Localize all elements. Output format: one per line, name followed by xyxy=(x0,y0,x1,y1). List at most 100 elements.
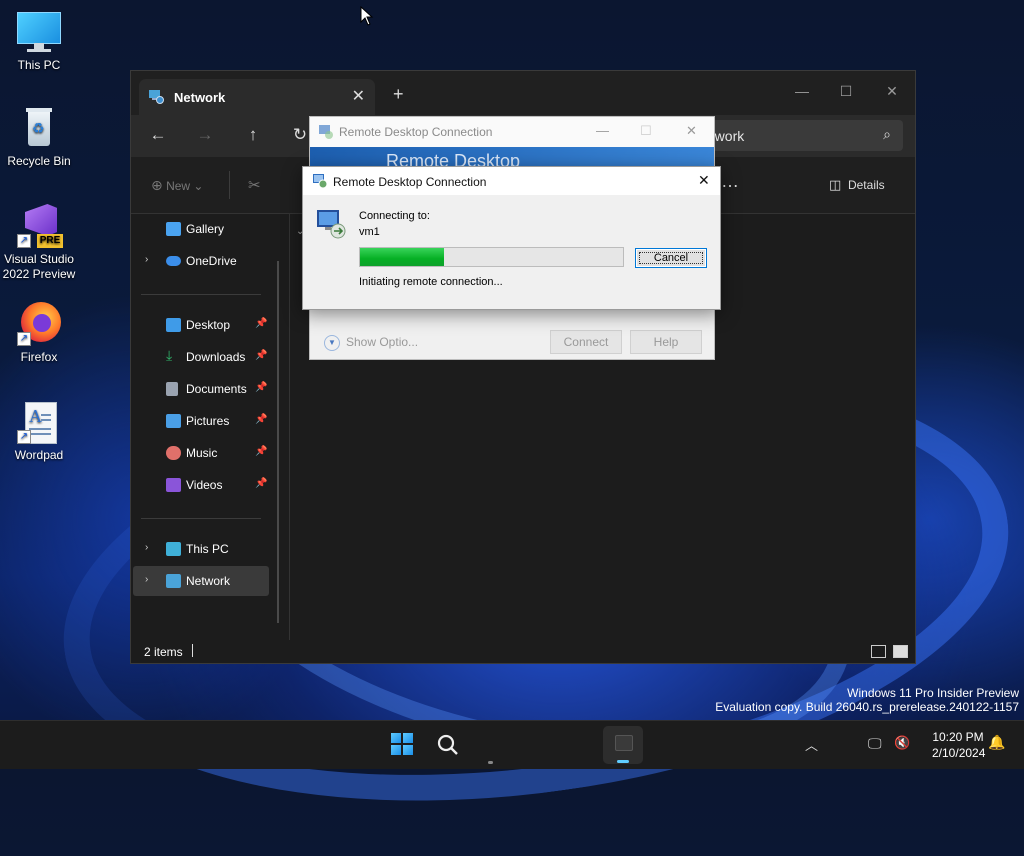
desktop-icon-label: This PC xyxy=(17,58,61,72)
rdp-banner-text: Remote Desktop xyxy=(386,151,521,167)
new-tab-button[interactable]: + xyxy=(393,84,404,105)
new-button[interactable]: ⊕ New ⌄ xyxy=(151,177,203,194)
up-arrow-icon[interactable]: ↑ xyxy=(242,124,264,146)
remote-desktop-taskbar-icon xyxy=(615,735,633,751)
monitor-icon xyxy=(17,10,61,54)
connection-progress-bar xyxy=(359,247,624,267)
back-arrow-icon[interactable]: ← xyxy=(147,124,169,146)
computer-icon xyxy=(166,542,181,556)
close-icon[interactable]: ✕ xyxy=(698,172,710,189)
pre-badge: PRE xyxy=(37,234,63,248)
cloud-icon xyxy=(166,256,181,266)
chevron-right-icon[interactable]: › xyxy=(145,542,148,553)
download-icon: ⤓ xyxy=(166,347,173,363)
sidebar-item-documents[interactable]: Documents 📌 xyxy=(133,374,269,404)
large-icons-view-icon[interactable] xyxy=(893,645,908,658)
pin-icon[interactable]: 📌 xyxy=(255,382,267,393)
pin-icon[interactable]: 📌 xyxy=(255,478,267,489)
sidebar-item-music[interactable]: Music 📌 xyxy=(133,438,269,468)
taskbar-running-indicator xyxy=(488,761,493,764)
pane-divider xyxy=(289,214,290,640)
taskbar-remote-desktop-app[interactable] xyxy=(603,726,643,764)
maximize-icon[interactable]: ☐ xyxy=(831,77,861,105)
sidebar-item-downloads[interactable]: ⤓ Downloads 📌 xyxy=(133,342,269,372)
clock-time: 10:20 PM xyxy=(932,730,984,744)
sidebar-divider xyxy=(141,518,261,519)
desktop-icon-firefox[interactable]: ↗ Firefox xyxy=(2,302,76,365)
sidebar-item-label: Downloads xyxy=(186,350,246,364)
sidebar-item-network[interactable]: › Network xyxy=(133,566,269,596)
sidebar-item-videos[interactable]: Videos 📌 xyxy=(133,470,269,500)
search-icon: ⌕ xyxy=(883,126,891,142)
connect-button[interactable]: Connect xyxy=(550,330,622,354)
evaluation-watermark: Windows 11 Pro Insider Preview Evaluatio… xyxy=(715,686,1019,714)
desktop-icon-label: Recycle Bin xyxy=(7,154,71,168)
close-icon[interactable]: ✕ xyxy=(686,123,697,139)
tab-network[interactable]: Network ✕ xyxy=(139,79,375,115)
chevron-up-icon[interactable]: ︿ xyxy=(805,735,818,754)
notification-bell-icon[interactable]: 🔔 xyxy=(988,734,1005,751)
focus-rectangle xyxy=(639,252,703,264)
show-options-label: Show Optio... xyxy=(346,335,419,350)
refresh-icon[interactable]: ↻ xyxy=(289,124,311,146)
volume-muted-icon[interactable]: 🔇 xyxy=(894,735,910,751)
maximize-icon[interactable]: ☐ xyxy=(640,123,652,139)
pin-icon[interactable]: 📌 xyxy=(255,350,267,361)
pictures-icon xyxy=(166,414,181,428)
visual-studio-icon: PRE ↗ xyxy=(17,204,63,248)
rdp-banner: Remote Desktop xyxy=(310,147,714,167)
sidebar-item-label: This PC xyxy=(186,542,229,556)
rdp-main-title-bar: Remote Desktop Connection — ☐ ✕ xyxy=(310,117,714,147)
cut-icon[interactable]: ✂ xyxy=(248,176,261,194)
network-status-icon[interactable]: 🖵 xyxy=(868,735,882,752)
desktop-icon-visual-studio[interactable]: PRE ↗ Visual Studio 2022 Preview xyxy=(2,204,76,282)
new-label: New xyxy=(166,179,191,193)
sidebar-item-pictures[interactable]: Pictures 📌 xyxy=(133,406,269,436)
cancel-button[interactable]: Cancel xyxy=(635,248,707,268)
music-icon xyxy=(166,446,181,460)
connecting-to-label: Connecting to: xyxy=(359,210,430,222)
remote-desktop-icon xyxy=(319,125,333,139)
details-view-icon[interactable] xyxy=(871,645,886,658)
desktop-icon-wordpad[interactable]: A ↗ Wordpad xyxy=(2,400,76,463)
windows-logo-tile xyxy=(403,733,413,743)
network-icon xyxy=(149,90,164,104)
shortcut-arrow-icon: ↗ xyxy=(17,430,31,444)
pin-icon[interactable]: 📌 xyxy=(255,414,267,425)
help-button[interactable]: Help xyxy=(630,330,702,354)
pin-icon[interactable]: 📌 xyxy=(255,446,267,457)
taskbar-clock[interactable]: 10:20 PM 2/10/2024 xyxy=(932,729,985,761)
search-icon[interactable] xyxy=(436,733,460,757)
chevron-right-icon[interactable]: › xyxy=(145,574,148,585)
minimize-icon[interactable]: — xyxy=(596,123,609,138)
chevron-right-icon[interactable]: › xyxy=(145,254,148,265)
search-input[interactable]: etwork ⌕ xyxy=(691,120,903,151)
network-icon xyxy=(166,574,181,588)
sidebar-item-desktop[interactable]: Desktop 📌 xyxy=(133,310,269,340)
close-icon[interactable]: ✕ xyxy=(877,77,907,105)
remote-desktop-icon xyxy=(313,174,328,189)
forward-arrow-icon[interactable]: → xyxy=(194,124,216,146)
sidebar-item-onedrive[interactable]: › OneDrive xyxy=(133,246,269,276)
tab-close-icon[interactable]: ✕ xyxy=(352,86,365,106)
desktop-icon-recycle-bin[interactable]: ♻ Recycle Bin xyxy=(2,106,76,169)
document-icon xyxy=(166,382,178,396)
progress-fill xyxy=(360,248,445,266)
sidebar-item-this-pc[interactable]: › This PC xyxy=(133,534,269,564)
mouse-cursor-icon xyxy=(360,6,374,26)
sidebar-item-label: Pictures xyxy=(186,414,230,428)
sidebar-item-label: Music xyxy=(186,446,218,460)
show-options-button[interactable]: ▼ Show Optio... xyxy=(324,335,418,351)
more-options-button[interactable]: … xyxy=(721,171,739,192)
windows-logo-tile xyxy=(391,733,401,743)
pin-icon[interactable]: 📌 xyxy=(255,318,267,329)
explorer-tab-bar: Network ✕ + — ☐ ✕ xyxy=(131,71,915,115)
start-button[interactable] xyxy=(391,733,413,755)
firefox-icon: ↗ xyxy=(17,302,61,346)
minimize-icon[interactable]: — xyxy=(787,77,817,105)
sidebar-item-gallery[interactable]: Gallery xyxy=(133,214,269,244)
details-button[interactable]: ◫ Details xyxy=(829,177,885,193)
status-bar: 2 items xyxy=(131,640,915,663)
sidebar-scrollbar[interactable] xyxy=(277,261,279,623)
desktop-icon-this-pc[interactable]: This PC xyxy=(2,10,76,73)
